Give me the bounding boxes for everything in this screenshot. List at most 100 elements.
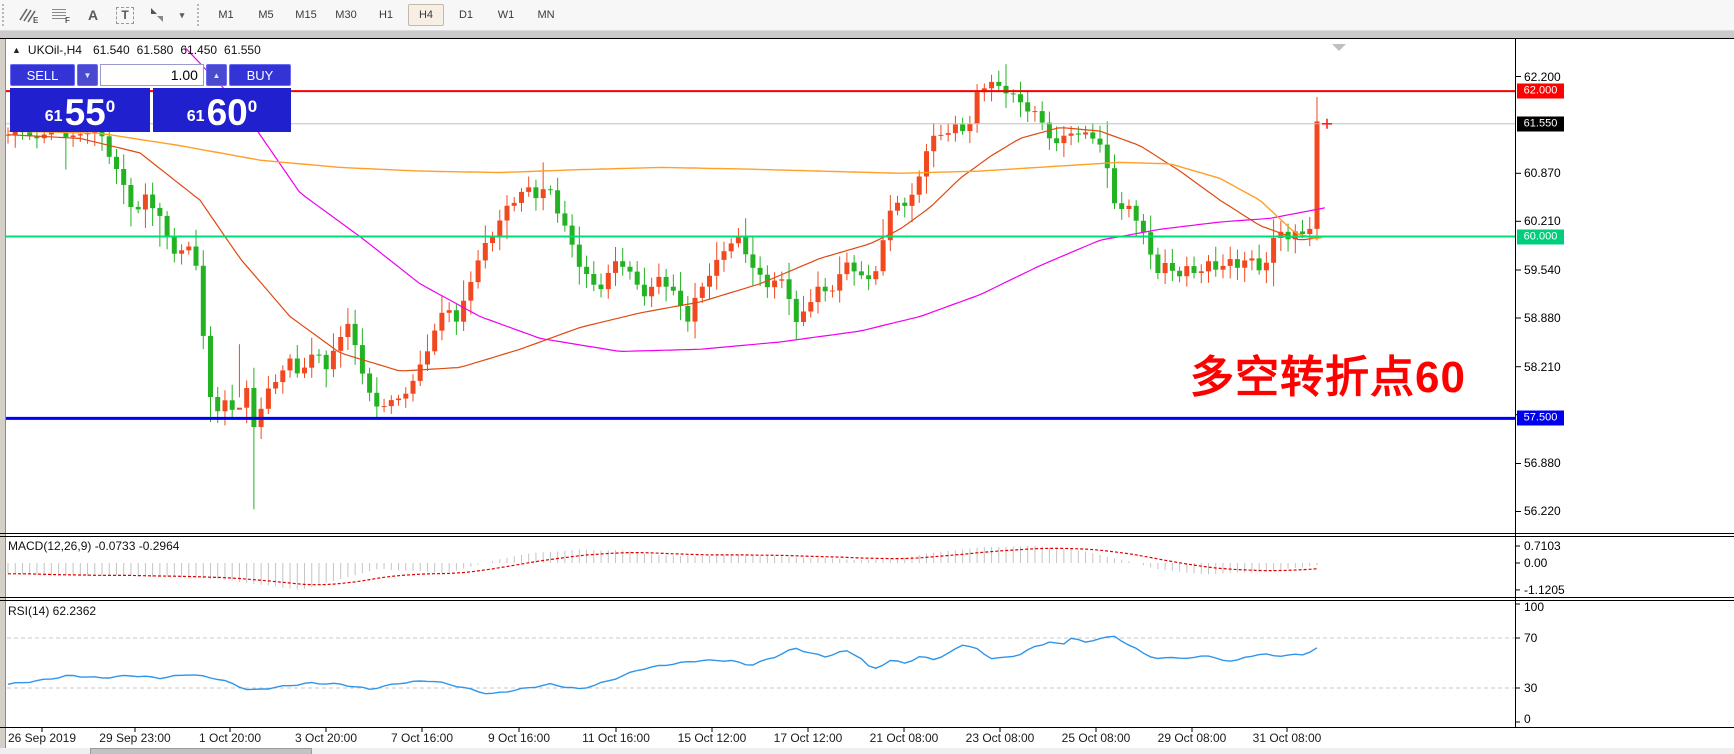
- price-tick-label: 60.870: [1524, 166, 1561, 180]
- price-tick-label: 62.200: [1524, 70, 1561, 84]
- toolbar-separator: [197, 4, 200, 26]
- time-axis-label: 23 Oct 08:00: [966, 731, 1035, 745]
- timeframe-button-m30[interactable]: M30: [328, 4, 364, 26]
- timeframe-button-m1[interactable]: M1: [208, 4, 244, 26]
- volume-decrease-button[interactable]: ▼: [77, 64, 98, 86]
- macd-label: MACD(12,26,9) -0.0733 -0.2964: [8, 539, 179, 553]
- ma-fast-orangered: [8, 128, 1322, 371]
- horizontal-scrollbar[interactable]: [0, 748, 1734, 754]
- svg-text:E: E: [33, 16, 39, 24]
- grid-icon[interactable]: F: [48, 4, 74, 26]
- sell-price-big: 55: [65, 96, 106, 130]
- sell-button[interactable]: SELL: [10, 64, 75, 86]
- timeframe-button-w1[interactable]: W1: [488, 4, 524, 26]
- one-click-trading-panel: SELL ▼ ▲ BUY 61550 61600: [10, 64, 291, 132]
- macd-tick-label: 0.00: [1524, 556, 1547, 570]
- timeframe-button-m15[interactable]: M15: [288, 4, 324, 26]
- last-price-marker: [1322, 119, 1332, 129]
- time-axis-label: 11 Oct 16:00: [582, 731, 650, 745]
- price-tick-label: 59.540: [1524, 263, 1561, 277]
- volume-increase-button[interactable]: ▲: [206, 64, 227, 86]
- letter-a-glyph: A: [88, 7, 98, 23]
- rsi-pane-bottom-border: [0, 727, 1734, 728]
- buy-button[interactable]: BUY: [229, 64, 291, 86]
- macd-pane-bottom-border: [0, 597, 1734, 598]
- macd-pane-top-border: [0, 536, 1734, 537]
- timeframe-button-h4[interactable]: H4: [408, 4, 444, 26]
- price-axis-border: [1515, 38, 1516, 727]
- timeframe-button-h1[interactable]: H1: [368, 4, 404, 26]
- price-pane-bottom-border: [0, 533, 1734, 534]
- sell-price-sup: 0: [106, 102, 115, 112]
- time-axis-label: 29 Oct 08:00: [1158, 731, 1227, 745]
- timeframe-button-mn[interactable]: MN: [528, 4, 564, 26]
- time-axis-label: 26 Sep 2019: [8, 731, 76, 745]
- time-axis-label: 7 Oct 16:00: [391, 731, 453, 745]
- price-tick-label: 58.210: [1524, 360, 1561, 374]
- chart-text-annotation: 多空转折点60: [1190, 341, 1466, 405]
- price-badge-61.550: 61.550: [1517, 116, 1564, 131]
- price-badge-60.000: 60.000: [1517, 229, 1564, 244]
- time-axis-label: 31 Oct 08:00: [1253, 731, 1322, 745]
- symbol-period-label: UKOil-,H4: [28, 43, 82, 57]
- ohlc-open: 61.540: [93, 43, 130, 57]
- ohlc-low: 61.450: [180, 43, 217, 57]
- macd-pane: [8, 546, 1317, 590]
- price-tick-label: 58.880: [1524, 311, 1561, 325]
- main-toolbar: E F A T ▾ M1M5M15M30H1H4D1W1MN: [0, 0, 1734, 31]
- ma-mid-magenta: [185, 48, 1325, 352]
- rsi-label: RSI(14) 62.2362: [8, 604, 96, 618]
- time-axis-label: 17 Oct 12:00: [774, 731, 843, 745]
- price-tick-label: 56.880: [1524, 456, 1561, 470]
- price-badge-57.500: 57.500: [1517, 411, 1564, 426]
- arrows-icon[interactable]: [144, 4, 170, 26]
- buy-price-sup: 0: [248, 102, 257, 112]
- window-left-edge: [0, 38, 6, 754]
- buy-price-button[interactable]: 61600: [153, 88, 291, 132]
- shift-marker-icon: [1332, 44, 1346, 51]
- rsi-tick-label: 70: [1524, 631, 1537, 645]
- time-axis-label: 1 Oct 20:00: [199, 731, 261, 745]
- buy-price-prefix: 61: [187, 108, 205, 126]
- time-axis-label: 25 Oct 08:00: [1062, 731, 1131, 745]
- rsi-pane: [0, 636, 1515, 693]
- timeframe-button-m5[interactable]: M5: [248, 4, 284, 26]
- ohlc-high: 61.580: [137, 43, 174, 57]
- dropdown-caret-icon[interactable]: ▾: [176, 4, 188, 26]
- time-axis-label: 21 Oct 08:00: [870, 731, 939, 745]
- sell-price-prefix: 61: [45, 108, 63, 126]
- price-tick-label: 60.210: [1524, 214, 1561, 228]
- collapse-arrow-icon[interactable]: ▲: [12, 45, 21, 55]
- rsi-tick-label: 100: [1524, 600, 1544, 614]
- sell-price-button[interactable]: 61550: [10, 88, 150, 132]
- scrollbar-thumb[interactable]: [90, 748, 312, 754]
- price-badge-62.000: 62.000: [1517, 84, 1564, 99]
- time-axis-label: 15 Oct 12:00: [678, 731, 747, 745]
- toolbar-drag-handle[interactable]: [2, 4, 9, 26]
- timeframe-group: M1M5M15M30H1H4D1W1MN: [206, 4, 566, 26]
- text-label-icon[interactable]: T: [112, 4, 138, 26]
- caret-down-icon: ▼: [84, 71, 92, 80]
- buy-price-big: 60: [207, 96, 248, 130]
- price-tick-label: 56.220: [1524, 504, 1561, 518]
- indicators-icon[interactable]: E: [16, 4, 42, 26]
- ohlc-close: 61.550: [224, 43, 261, 57]
- rsi-tick-label: 30: [1524, 681, 1537, 695]
- volume-input[interactable]: [100, 64, 204, 86]
- text-annotation-icon[interactable]: A: [80, 4, 106, 26]
- caret-up-icon: ▲: [213, 71, 221, 80]
- chart-title: ▲ UKOil-,H4 61.540 61.580 61.450 61.550: [12, 43, 261, 57]
- rsi-tick-label: 0: [1524, 712, 1531, 726]
- macd-tick-label: -1.1205: [1524, 583, 1565, 597]
- rsi-pane-top-border: [0, 600, 1734, 601]
- mt4-terminal: E F A T ▾ M1M5M15M30H1H4D1W1MN: [0, 0, 1734, 754]
- macd-tick-label: 0.7103: [1524, 539, 1561, 553]
- time-axis-label: 3 Oct 20:00: [295, 731, 357, 745]
- ma-slow-orange: [8, 131, 1322, 238]
- timeframe-button-d1[interactable]: D1: [448, 4, 484, 26]
- chart-top-border: [0, 38, 1734, 39]
- svg-text:F: F: [65, 16, 70, 24]
- time-axis-label: 9 Oct 16:00: [488, 731, 550, 745]
- letter-t-glyph: T: [116, 7, 133, 24]
- time-axis-label: 29 Sep 23:00: [99, 731, 170, 745]
